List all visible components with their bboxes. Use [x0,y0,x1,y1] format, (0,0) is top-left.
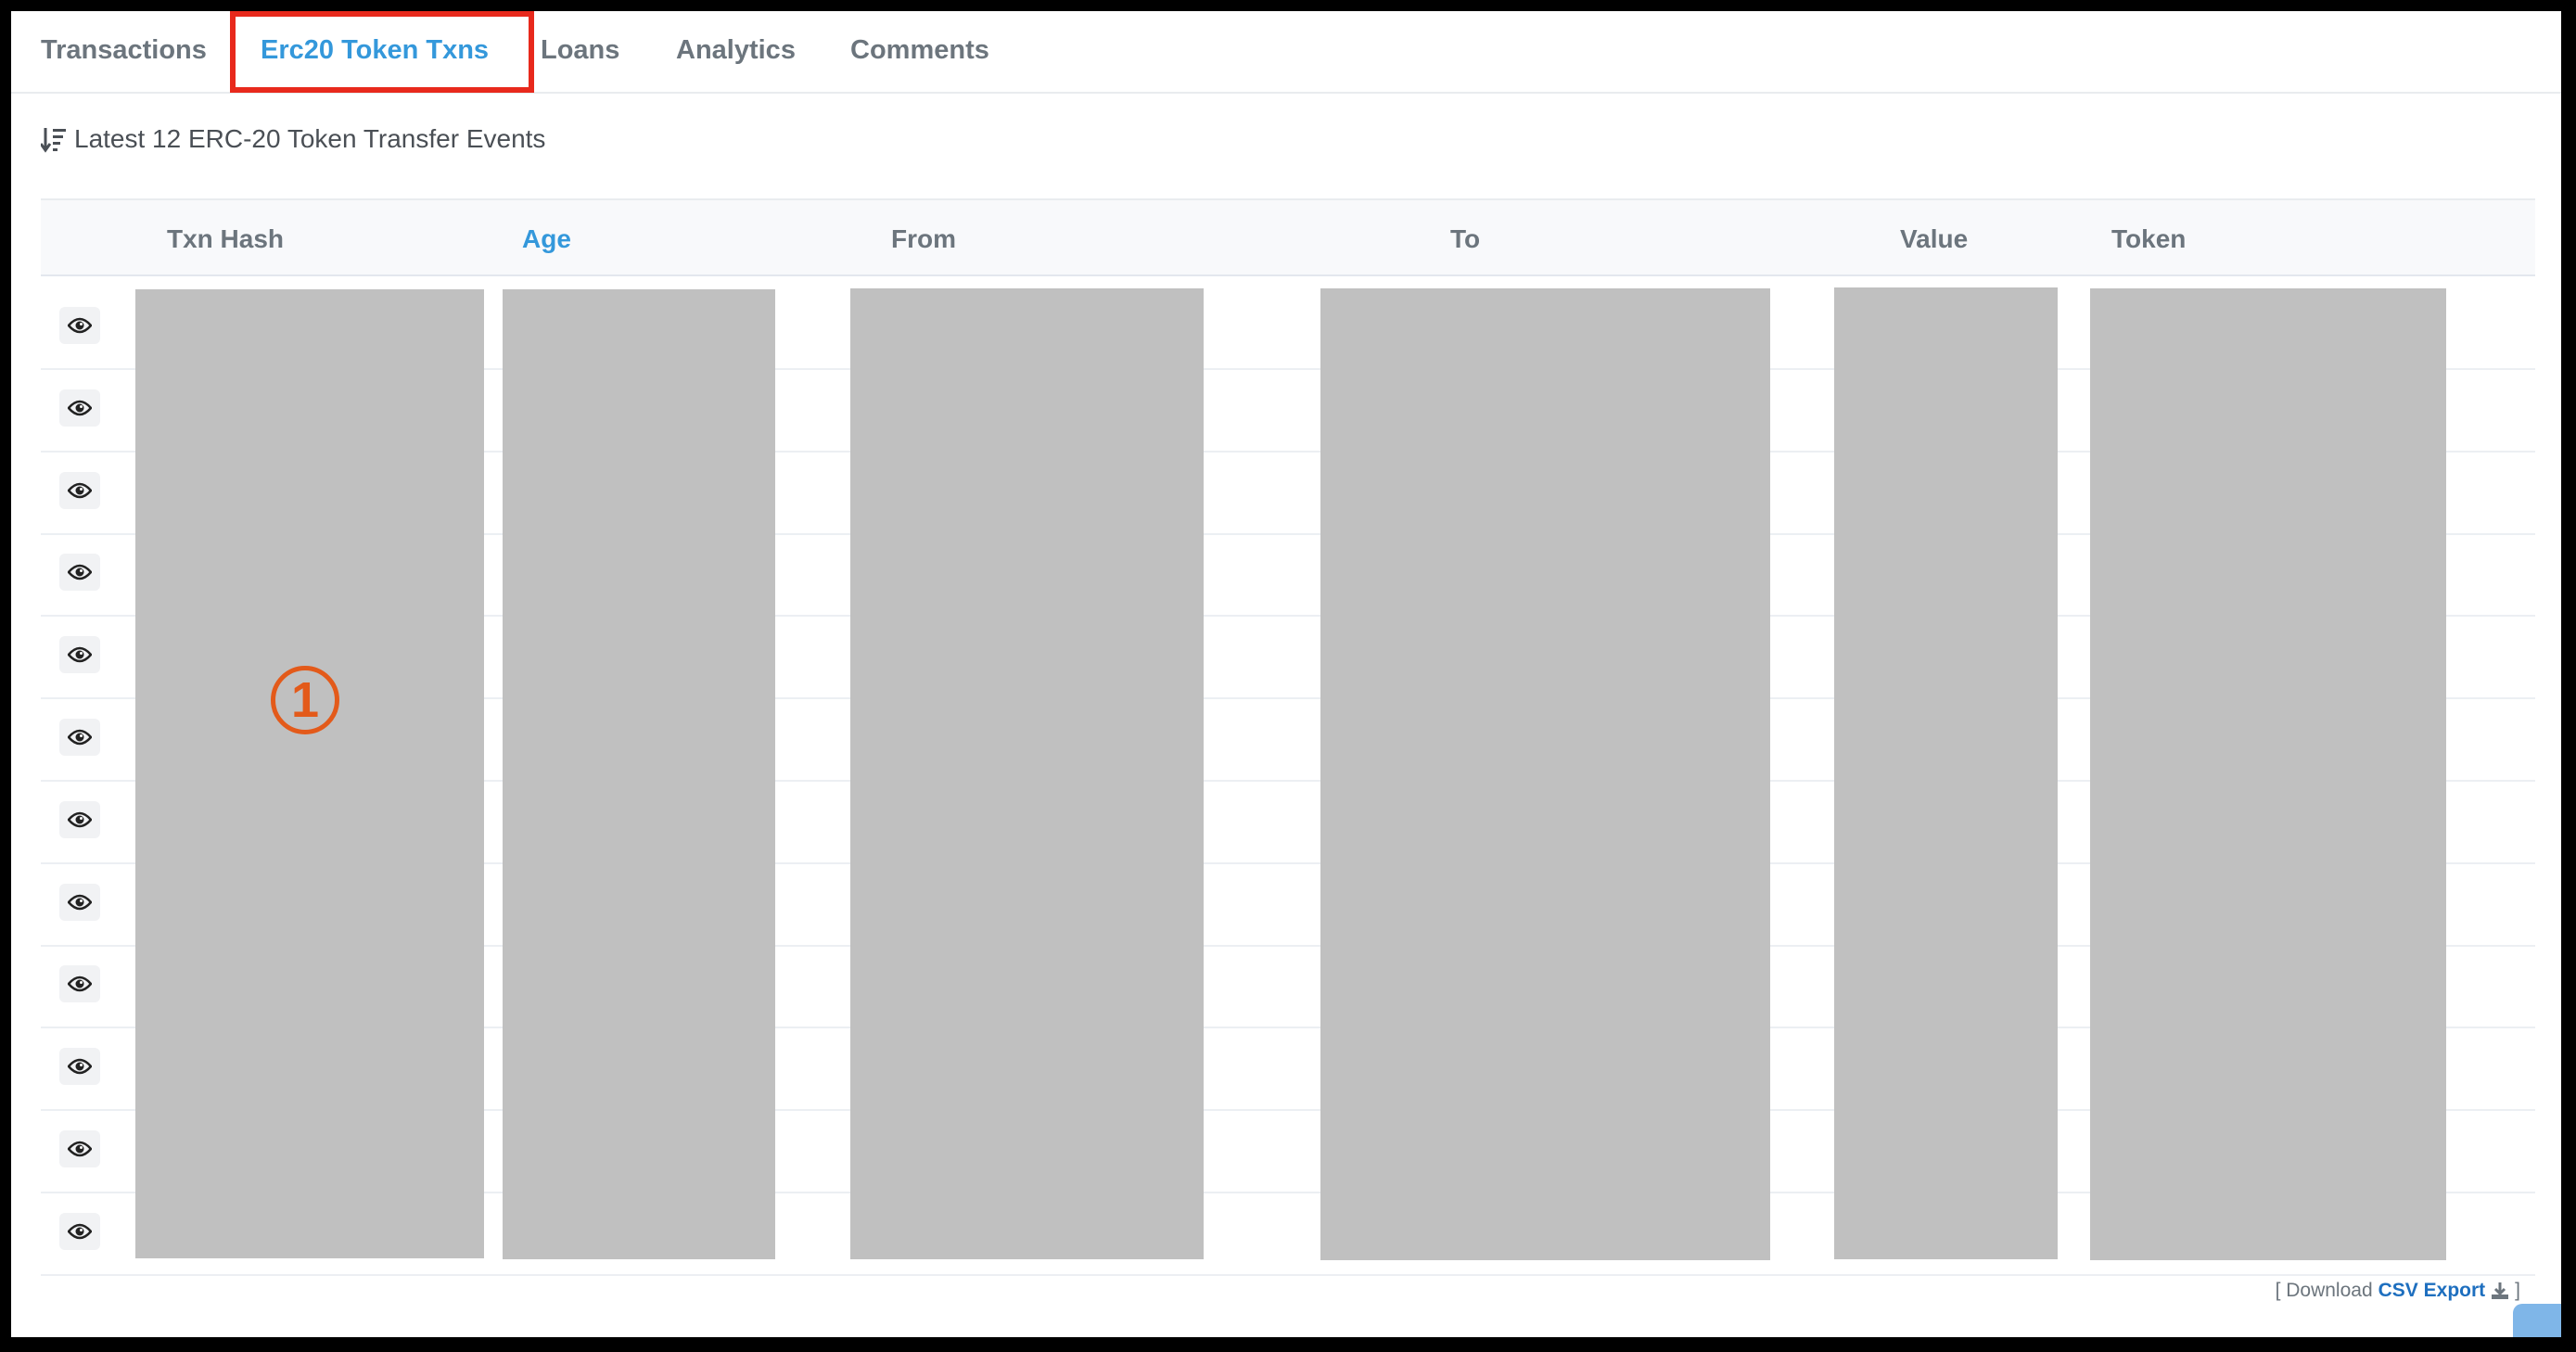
view-details-button[interactable] [59,1130,100,1167]
redacted-token-column [2090,288,2446,1260]
view-details-button[interactable] [59,471,100,509]
view-details-button[interactable] [59,719,100,756]
eye-icon [68,729,92,746]
view-details-button[interactable] [59,307,100,344]
page-frame: Transactions Erc20 Token Txns Loans Anal… [11,11,2561,1337]
view-details-button[interactable] [59,883,100,921]
section-title: Latest 12 ERC-20 Token Transfer Events [41,124,545,154]
col-header-value: Value [1900,224,1969,253]
view-details-button[interactable] [59,1048,100,1086]
redacted-age-column [503,289,775,1259]
eye-icon [68,317,92,334]
col-header-to: To [1450,224,1481,253]
eye-icon [68,1058,92,1075]
download-icon[interactable] [2491,1282,2509,1300]
eye-icon [68,976,92,992]
sort-amount-down-icon [41,128,66,153]
col-header-age[interactable]: Age [522,224,571,254]
eye-icon [68,1223,92,1240]
csv-download: [ Download CSV Export ] [2276,1280,2520,1302]
scroll-to-top-button[interactable] [2513,1304,2561,1337]
csv-export-link[interactable]: CSV Export [2378,1280,2486,1302]
view-details-button[interactable] [59,554,100,592]
view-details-button[interactable] [59,965,100,1003]
redacted-value-column [1834,287,2058,1259]
eye-icon [68,482,92,498]
col-header-txn-hash: Txn Hash [167,224,285,253]
col-header-from: From [891,224,956,253]
view-details-button[interactable] [59,800,100,838]
redacted-to-column [1320,288,1770,1260]
download-prefix: [ Download [2275,1280,2373,1301]
view-details-button[interactable] [59,389,100,427]
redacted-from-column [850,288,1204,1259]
eye-icon [68,646,92,663]
redacted-txn-hash-column [135,289,484,1258]
col-header-token: Token [2111,224,2187,253]
tab-erc20-token-txns[interactable]: Erc20 Token Txns [261,35,489,65]
eye-icon [68,894,92,910]
eye-icon [68,565,92,580]
annotation-marker-1: 1 [271,666,339,734]
section-title-text: Latest 12 ERC-20 Token Transfer Events [74,124,546,153]
tab-loans[interactable]: Loans [541,35,619,65]
tab-transactions[interactable]: Transactions [41,35,207,65]
eye-icon [68,1141,92,1157]
tab-comments[interactable]: Comments [850,35,989,65]
table-header: Txn Hash Age From To Value Token [41,198,2535,276]
eye-icon [68,811,92,828]
tab-analytics[interactable]: Analytics [676,35,796,65]
eye-icon [68,400,92,416]
view-details-button[interactable] [59,636,100,674]
tab-bar: Transactions Erc20 Token Txns Loans Anal… [11,11,2561,94]
view-details-button[interactable] [59,1212,100,1250]
download-suffix: ] [2515,1280,2520,1301]
